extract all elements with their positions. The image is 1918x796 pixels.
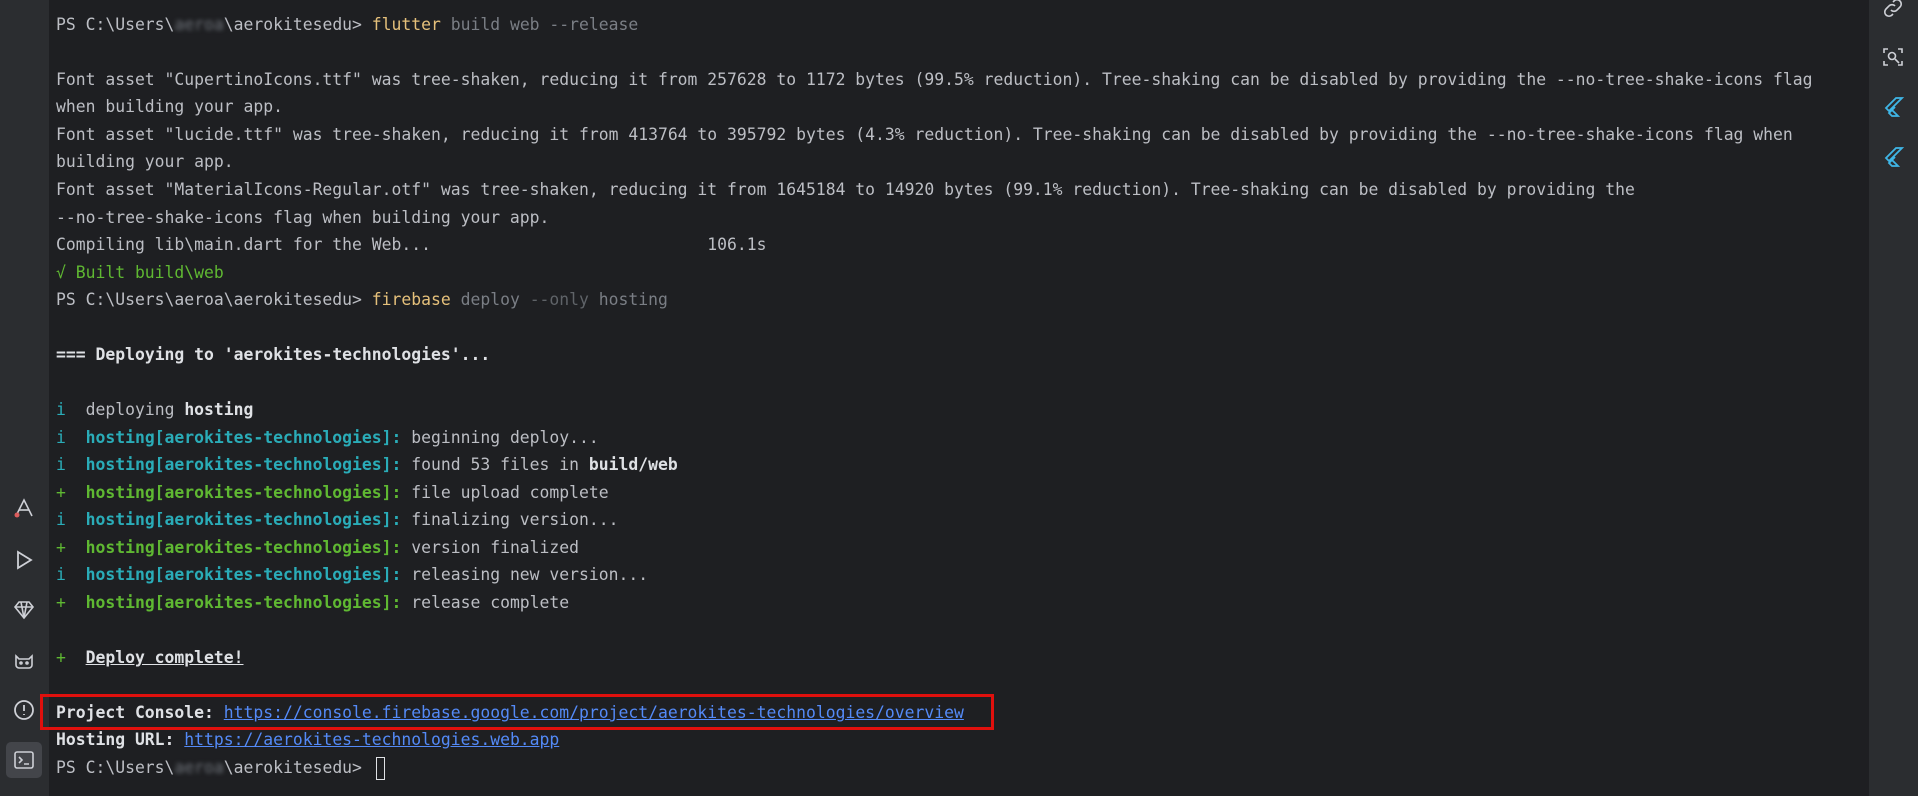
cat-icon[interactable] bbox=[10, 646, 38, 674]
right-tool-window-bar bbox=[1869, 0, 1918, 796]
log-target: hosting[aerokites-technologies]: bbox=[65, 538, 402, 557]
prompt-line-3[interactable]: PS C:\Users\aeroa\aerokitesedu> bbox=[56, 755, 385, 781]
deploy-complete-line: + Deploy complete! bbox=[56, 645, 244, 671]
run-icon[interactable] bbox=[10, 546, 38, 574]
build-success-line: √ Built build\web bbox=[56, 263, 224, 282]
deploying-text: Deploying to 'aerokites-technologies'... bbox=[95, 345, 491, 364]
complete-mark: + bbox=[56, 648, 86, 667]
gem-icon[interactable] bbox=[10, 596, 38, 624]
inspect-icon[interactable] bbox=[1879, 43, 1907, 71]
log-emphasis: hosting bbox=[184, 400, 254, 419]
log-mark: i bbox=[56, 400, 66, 419]
command-arg: hosting bbox=[588, 290, 668, 309]
log-message: found 53 files in bbox=[401, 455, 589, 474]
hosting-label: Hosting URL: bbox=[56, 730, 185, 749]
log-mark: i bbox=[56, 455, 66, 474]
prompt-line-2: PS C:\Users\aeroa\aerokitesedu> firebase… bbox=[56, 287, 668, 313]
log-message: file upload complete bbox=[401, 483, 609, 502]
deploying-header: === Deploying to 'aerokites-technologies… bbox=[56, 342, 490, 368]
redacted-username: aeroa bbox=[174, 15, 224, 34]
redacted-username: aeroa bbox=[174, 758, 224, 777]
link-icon[interactable] bbox=[1879, 0, 1907, 22]
flutter-icon[interactable] bbox=[1879, 93, 1907, 121]
output-line: Font asset "MaterialIcons-Regular.otf" w… bbox=[56, 180, 1635, 199]
log-mark: i bbox=[56, 428, 66, 447]
deploy-log-line: i hosting[aerokites-technologies]: final… bbox=[56, 507, 619, 533]
hosting-url-line: Hosting URL: https://aerokites-technolog… bbox=[56, 727, 559, 753]
log-target: hosting[aerokites-technologies]: bbox=[65, 455, 402, 474]
log-message: release complete bbox=[401, 593, 570, 612]
complete-text: Deploy complete! bbox=[85, 648, 244, 667]
output-line: Font asset "CupertinoIcons.ttf" was tree… bbox=[56, 70, 1813, 89]
log-message: beginning deploy... bbox=[401, 428, 599, 447]
deploy-log-line: i deploying hosting bbox=[56, 397, 253, 423]
command-arg: deploy bbox=[450, 290, 530, 309]
log-mark: i bbox=[56, 565, 66, 584]
log-target: hosting[aerokites-technologies]: bbox=[65, 565, 402, 584]
prompt-suffix: \aerokitesedu> bbox=[223, 758, 372, 777]
prompt-suffix: \aerokitesedu> bbox=[223, 15, 372, 34]
command-program: flutter bbox=[371, 15, 441, 34]
log-target: hosting[aerokites-technologies]: bbox=[65, 428, 402, 447]
log-message: version finalized bbox=[401, 538, 580, 557]
prompt-prefix: PS C:\Users\ bbox=[56, 758, 175, 777]
deploying-prefix: === bbox=[56, 345, 96, 364]
left-tool-window-bar bbox=[0, 0, 49, 796]
log-mark: + bbox=[56, 593, 66, 612]
deploy-log-line: + hosting[aerokites-technologies]: versi… bbox=[56, 535, 579, 561]
command-flag: --only bbox=[529, 290, 589, 309]
output-line: --no-tree-shake-icons flag when building… bbox=[56, 208, 550, 227]
log-message: deploying bbox=[85, 400, 185, 419]
deploy-log-line: + hosting[aerokites-technologies]: file … bbox=[56, 480, 609, 506]
deploy-log-line: i hosting[aerokites-technologies]: relea… bbox=[56, 562, 648, 588]
prompt-text: PS C:\Users\aeroa\aerokitesedu> bbox=[56, 290, 372, 309]
log-mark: + bbox=[56, 538, 66, 557]
log-target: hosting[aerokites-technologies]: bbox=[65, 593, 402, 612]
log-mark: i bbox=[56, 510, 66, 529]
log-target: hosting[aerokites-technologies]: bbox=[65, 483, 402, 502]
text-cursor bbox=[375, 757, 385, 780]
deploy-log-line: i hosting[aerokites-technologies]: found… bbox=[56, 452, 678, 478]
deploy-log-line: + hosting[aerokites-technologies]: relea… bbox=[56, 590, 569, 616]
command-program: firebase bbox=[371, 290, 451, 309]
problems-icon[interactable] bbox=[10, 696, 38, 724]
log-mark: + bbox=[56, 483, 66, 502]
log-emphasis: build/web bbox=[588, 455, 678, 474]
terminal-icon[interactable] bbox=[6, 742, 42, 778]
output-line: Compiling lib\main.dart for the Web... 1… bbox=[56, 235, 767, 254]
log-target bbox=[66, 400, 86, 419]
output-line: when building your app. bbox=[56, 97, 283, 116]
deploy-log-line: i hosting[aerokites-technologies]: begin… bbox=[56, 425, 599, 451]
hosting-url-link[interactable]: https://aerokites-technologies.web.app bbox=[184, 730, 559, 749]
log-message: finalizing version... bbox=[401, 510, 619, 529]
annotation-highlight-box bbox=[40, 694, 994, 730]
command-args: build web --release bbox=[440, 15, 639, 34]
output-line: Font asset "lucide.ttf" was tree-shaken,… bbox=[56, 125, 1793, 144]
output-line: building your app. bbox=[56, 152, 234, 171]
prompt-prefix: PS C:\Users\ bbox=[56, 15, 175, 34]
terminal-output[interactable]: PS C:\Users\aeroa\aerokitesedu> flutter … bbox=[49, 0, 1869, 796]
build-variants-icon[interactable] bbox=[10, 494, 38, 522]
prompt-line-1: PS C:\Users\aeroa\aerokitesedu> flutter … bbox=[56, 12, 638, 38]
flutter-outline-icon[interactable] bbox=[1879, 143, 1907, 171]
log-message: releasing new version... bbox=[401, 565, 649, 584]
log-target: hosting[aerokites-technologies]: bbox=[65, 510, 402, 529]
